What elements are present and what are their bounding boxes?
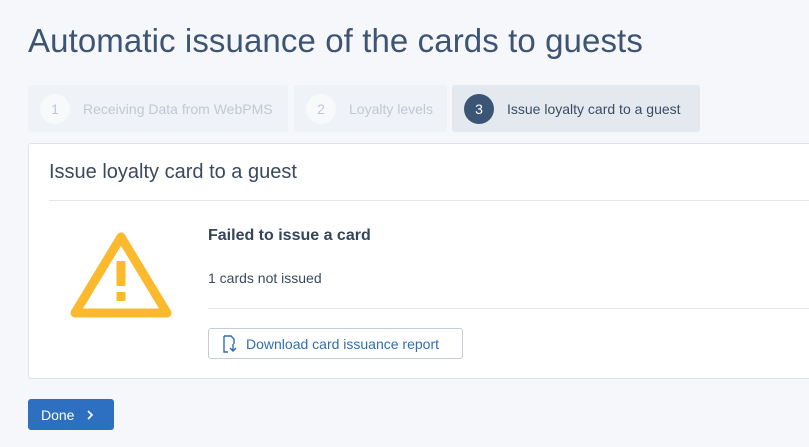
step-number: 1 <box>40 93 70 124</box>
step-label: Loyalty levels <box>349 100 434 117</box>
step-number: 2 <box>306 93 336 124</box>
page: Automatic issuance of the cards to guest… <box>0 0 809 447</box>
warning-triangle-icon <box>69 229 173 319</box>
step-number: 3 <box>464 93 494 124</box>
step-label: Issue loyalty card to a guest <box>507 100 681 117</box>
page-title: Automatic issuance of the cards to guest… <box>28 22 643 59</box>
done-button[interactable]: Done <box>28 399 114 430</box>
result-title: Failed to issue a card <box>208 227 371 244</box>
download-report-label: Download card issuance report <box>246 335 439 352</box>
result-detail: 1 cards not issued <box>208 270 322 286</box>
issue-card-panel: Issue loyalty card to a guest Failed to … <box>28 143 809 379</box>
done-label: Done <box>41 406 75 423</box>
step-loyalty-levels[interactable]: 2 Loyalty levels <box>294 85 447 132</box>
result-divider <box>208 308 809 309</box>
step-label: Receiving Data from WebPMS <box>83 100 273 117</box>
chevron-right-icon <box>86 409 94 421</box>
panel-divider <box>49 200 809 201</box>
step-receiving-data[interactable]: 1 Receiving Data from WebPMS <box>28 85 288 132</box>
download-file-icon <box>222 334 238 353</box>
download-report-button[interactable]: Download card issuance report <box>208 328 463 359</box>
step-issue-card[interactable]: 3 Issue loyalty card to a guest <box>452 85 700 132</box>
panel-title: Issue loyalty card to a guest <box>49 161 297 183</box>
